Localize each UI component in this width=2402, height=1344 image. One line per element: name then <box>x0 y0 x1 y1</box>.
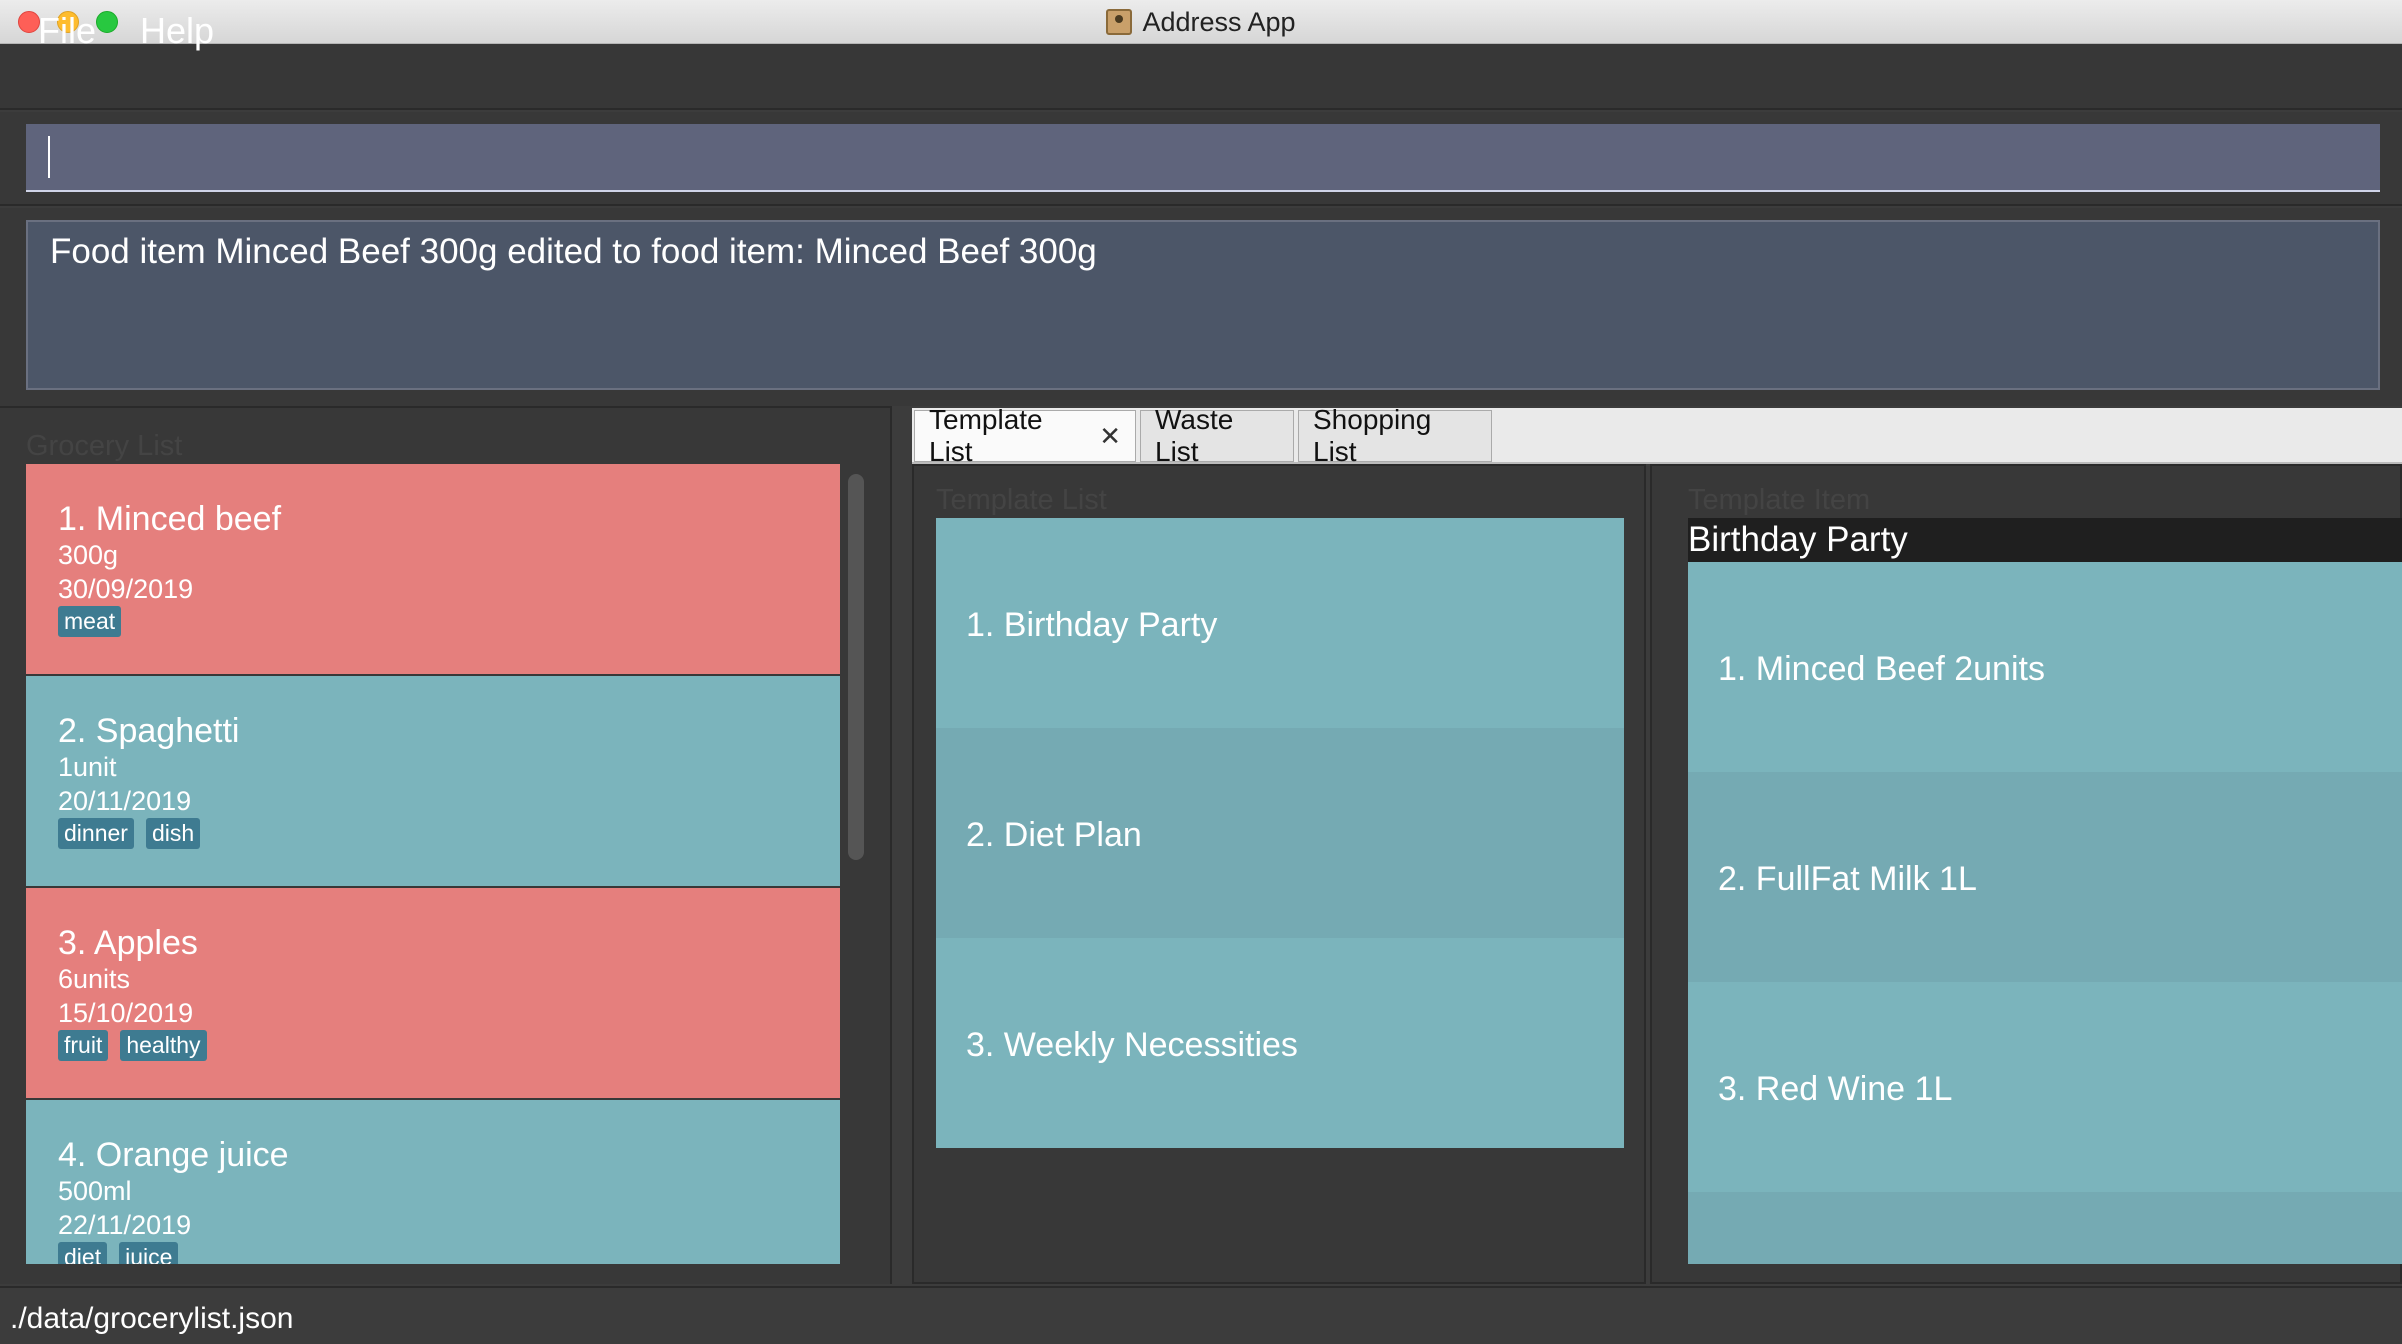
window-title: Address App <box>1142 6 1296 37</box>
template-list-title: Template List <box>936 484 1107 516</box>
grocery-list-title: Grocery List <box>26 430 183 462</box>
template-name: 1. Birthday Party <box>966 606 1218 644</box>
tag-badge: dish <box>145 818 201 849</box>
tab-label: Waste List <box>1155 404 1234 467</box>
address-book-icon <box>1106 9 1133 35</box>
save-location-path: ./data/grocerylist.json <box>10 1302 294 1335</box>
tag-badge: diet <box>58 1242 108 1264</box>
list-item[interactable]: 2. Diet Plan <box>936 728 1624 938</box>
menu-file[interactable]: File <box>26 10 108 52</box>
tab-label: Template List <box>929 404 1043 467</box>
list-item[interactable]: 3. Apples 6units 15/10/2019 fruit health… <box>26 888 840 1098</box>
list-item[interactable]: 1. Minced Beef 2units <box>1688 562 2402 772</box>
menu-bar <box>0 44 2402 110</box>
close-icon[interactable]: ✕ <box>1099 421 1121 452</box>
template-item-name: 2. FullFat Milk 1L <box>1718 860 1977 898</box>
item-expiry-date: 20/11/2019 <box>58 786 192 816</box>
command-input[interactable] <box>26 124 2380 192</box>
template-item-name: 3. Red Wine 1L <box>1718 1070 1953 1108</box>
template-name: 2. Diet Plan <box>966 816 1142 854</box>
tab-label: Shopping List <box>1313 404 1432 467</box>
tab-template-list[interactable]: Template List ✕ <box>914 404 1136 467</box>
tab-shopping-list[interactable]: Shopping List <box>1298 404 1492 467</box>
list-item[interactable]: 3. Red Wine 1L <box>1688 982 2402 1192</box>
template-item-list[interactable]: 1. Minced Beef 2units 2. FullFat Milk 1L… <box>1688 562 2402 1264</box>
template-name: 3. Weekly Necessities <box>966 1026 1298 1064</box>
status-bar <box>0 1286 2402 1344</box>
template-item-name: 1. Minced Beef 2units <box>1718 650 2045 688</box>
item-name: 1. Minced beef <box>58 500 282 538</box>
item-tags: meat <box>58 606 122 637</box>
result-message: Food item Minced Beef 300g edited to foo… <box>50 232 1097 271</box>
tag-badge: healthy <box>120 1030 207 1061</box>
menu-help[interactable]: Help <box>128 10 226 52</box>
template-list[interactable]: 1. Birthday Party 2. Diet Plan 3. Weekly… <box>936 518 1624 1148</box>
item-name: 3. Apples <box>58 924 198 962</box>
item-amount: 300g <box>58 540 119 570</box>
list-item-empty <box>1688 1192 2402 1264</box>
tab-waste-list[interactable]: Waste List <box>1140 404 1294 467</box>
item-amount: 1unit <box>58 752 117 782</box>
item-name: 2. Spaghetti <box>58 712 240 750</box>
template-item-title: Template Item <box>1688 484 1871 516</box>
item-expiry-date: 15/10/2019 <box>58 998 194 1028</box>
list-item[interactable]: 1. Minced beef 300g 30/09/2019 meat <box>26 464 840 674</box>
tag-badge: dinner <box>58 818 134 849</box>
item-expiry-date: 22/11/2019 <box>58 1210 192 1240</box>
item-amount: 6units <box>58 964 131 994</box>
window-title-area: Address App <box>0 0 2402 44</box>
grocery-list[interactable]: 1. Minced beef 300g 30/09/2019 meat 2. S… <box>26 464 840 1264</box>
grocery-list-scrollbar[interactable] <box>848 474 864 860</box>
list-item[interactable]: 2. FullFat Milk 1L <box>1688 772 2402 982</box>
tag-badge: fruit <box>58 1030 109 1061</box>
tag-badge: meat <box>58 606 122 637</box>
item-tags: dinner dish <box>58 818 201 849</box>
selected-template-name: Birthday Party <box>1688 520 1908 559</box>
text-cursor <box>48 136 50 178</box>
item-amount: 500ml <box>58 1176 132 1206</box>
item-tags: fruit healthy <box>58 1030 207 1061</box>
list-item[interactable]: 3. Weekly Necessities <box>936 938 1624 1148</box>
item-expiry-date: 30/09/2019 <box>58 574 194 604</box>
list-item[interactable]: 1. Birthday Party <box>936 518 1624 728</box>
tag-badge: juice <box>119 1242 179 1264</box>
list-item[interactable]: 4. Orange juice 500ml 22/11/2019 diet ju… <box>26 1100 840 1264</box>
item-tags: diet juice <box>58 1242 179 1264</box>
item-name: 4. Orange juice <box>58 1136 289 1174</box>
list-item[interactable]: 2. Spaghetti 1unit 20/11/2019 dinner dis… <box>26 676 840 886</box>
